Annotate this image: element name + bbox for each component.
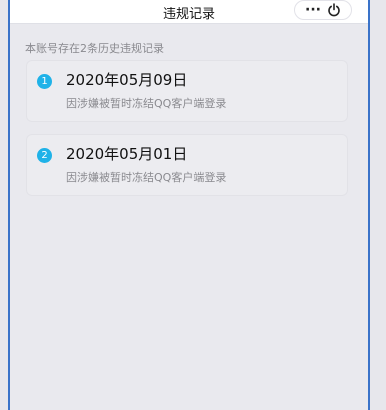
violation-summary: 本账号存在2条历史违规记录 [25,42,164,55]
mini-program-capsule: ··· [294,0,352,20]
record-reason: 因涉嫌被暂时冻结QQ客户端登录 [66,97,227,110]
record-date: 2020年05月09日 [66,71,188,89]
app-frame: 违规记录 ··· 本账号存在2条历史违规记录 1 2020年05月09日 因涉嫌… [8,0,370,410]
record-date: 2020年05月01日 [66,145,188,163]
more-dots-icon[interactable]: ··· [305,3,321,17]
power-icon[interactable] [327,3,341,17]
record-reason: 因涉嫌被暂时冻结QQ客户端登录 [66,171,227,184]
record-card[interactable]: 1 2020年05月09日 因涉嫌被暂时冻结QQ客户端登录 [26,60,348,122]
record-card[interactable]: 2 2020年05月01日 因涉嫌被暂时冻结QQ客户端登录 [26,134,348,196]
record-index-badge: 1 [37,74,52,89]
title-bar: 违规记录 ··· [10,0,368,24]
record-index-badge: 2 [37,148,52,163]
